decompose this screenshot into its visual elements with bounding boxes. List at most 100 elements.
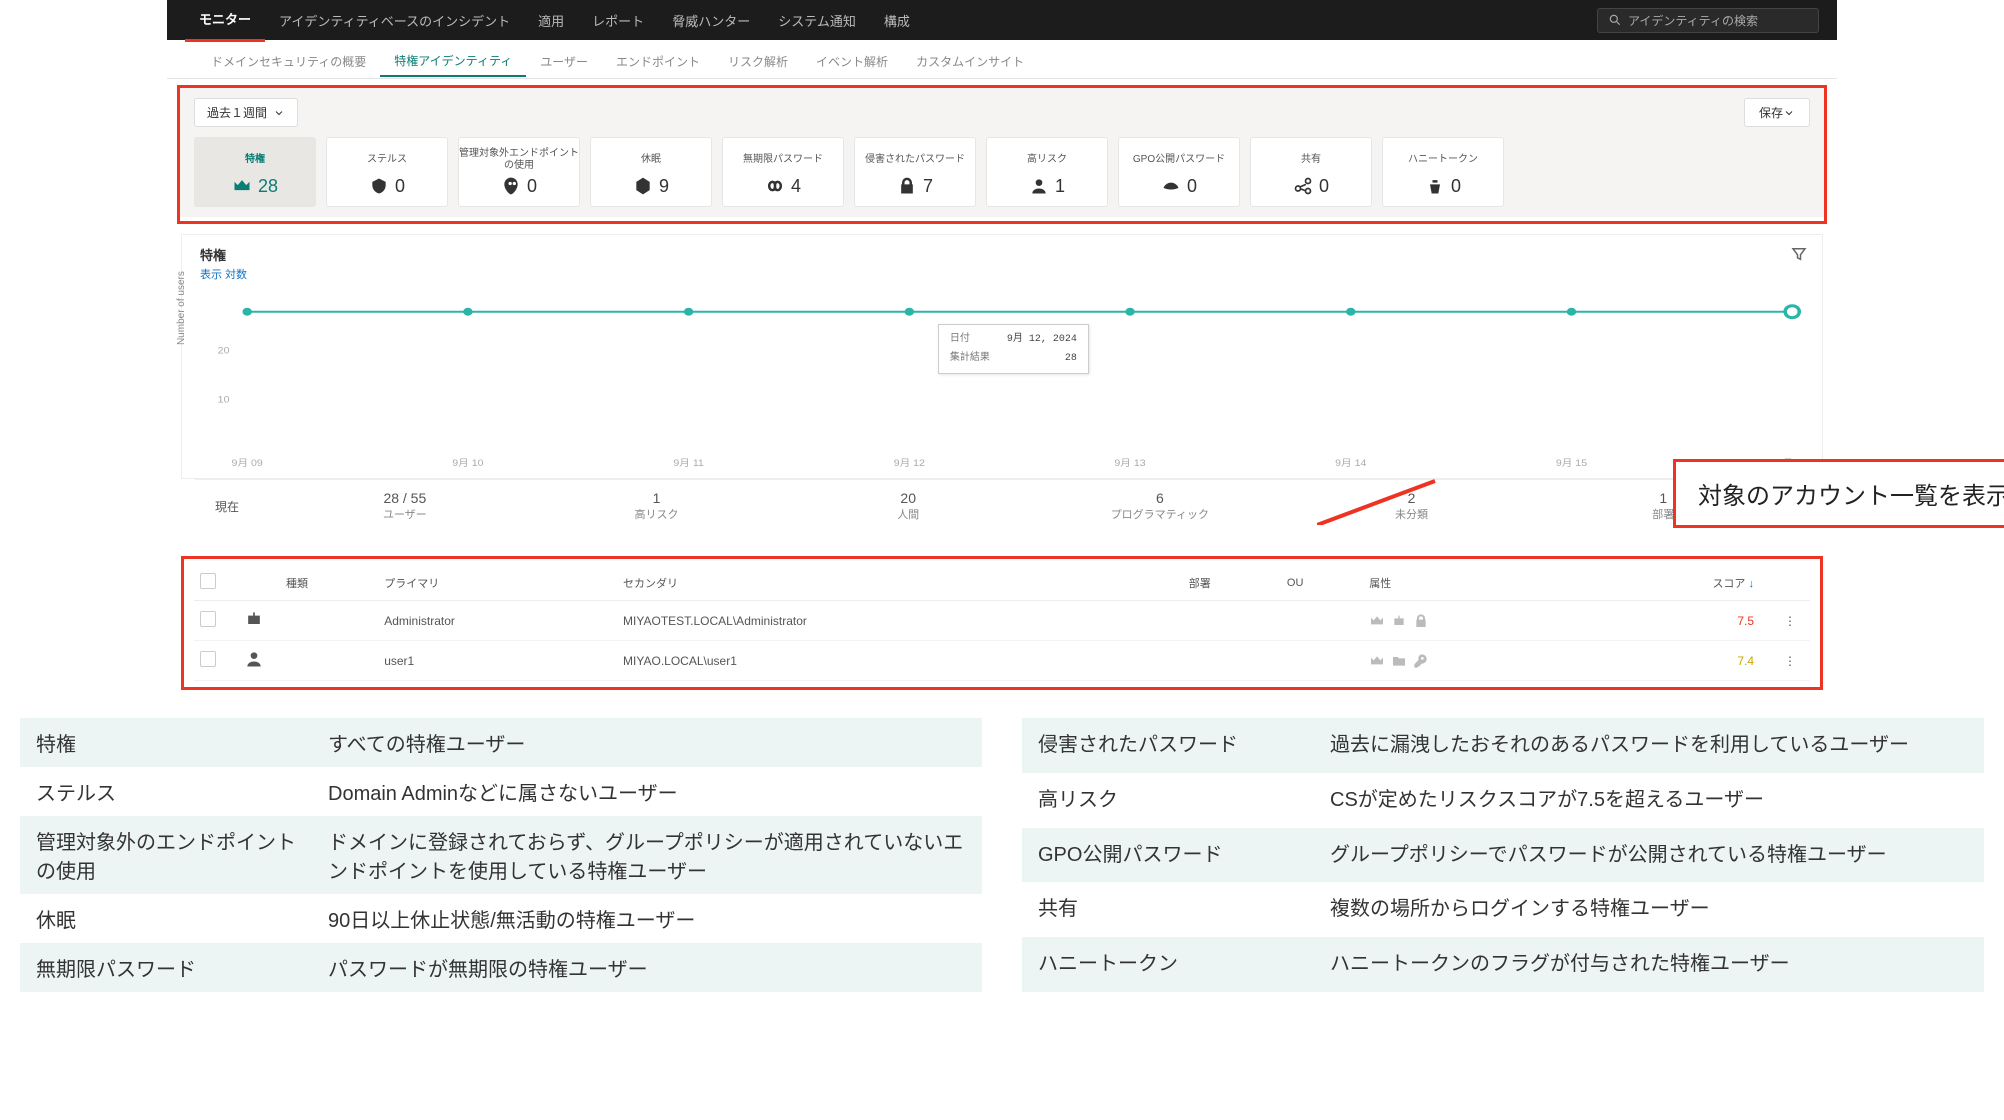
topnav-tab[interactable]: 脅威ハンター <box>658 0 764 40</box>
topnav-tab[interactable]: モニター <box>185 0 265 42</box>
secondary-cell: MIYAO.LOCAL\user1 <box>617 641 1183 681</box>
table-row[interactable]: AdministratorMIYAOTEST.LOCAL\Administrat… <box>194 601 1810 641</box>
table-header[interactable]: 部署 <box>1183 565 1281 601</box>
row-menu-button[interactable]: ⋮ <box>1778 601 1810 641</box>
legend-term: 特権 <box>20 718 312 767</box>
subnav-tab[interactable]: リスク解析 <box>714 46 802 76</box>
select-all-checkbox[interactable] <box>200 573 216 589</box>
table-header[interactable]: スコア ↓ <box>1571 565 1778 601</box>
legend-row: GPO公開パスワードグループポリシーでパスワードが公開されている特権ユーザー <box>1022 828 1984 883</box>
robot-icon <box>1391 613 1407 629</box>
tile-stealth[interactable]: ステルス0 <box>326 137 448 207</box>
sub-nav: ドメインセキュリティの概要特権アイデンティティユーザーエンドポイントリスク解析イ… <box>167 40 1837 79</box>
chart-title: 特権 <box>200 245 1804 264</box>
tile-label: ハニートークン <box>1408 148 1478 172</box>
subnav-tab[interactable]: ドメインセキュリティの概要 <box>197 46 380 76</box>
tile-label: 高リスク <box>1027 148 1067 172</box>
legend-desc: パスワードが無期限の特権ユーザー <box>312 943 982 992</box>
subnav-tab[interactable]: 特権アイデンティティ <box>380 45 526 77</box>
tile-hex[interactable]: 休眠9 <box>590 137 712 207</box>
row-checkbox[interactable] <box>200 611 216 627</box>
legend-desc: すべての特権ユーザー <box>312 718 982 767</box>
search-input[interactable]: アイデンティティの検索 <box>1597 8 1819 33</box>
tile-lock[interactable]: 侵害されたパスワード7 <box>854 137 976 207</box>
subnav-tab[interactable]: エンドポイント <box>602 46 714 76</box>
topnav-tab[interactable]: アイデンティティベースのインシデント <box>265 0 524 40</box>
svg-text:20: 20 <box>218 346 230 356</box>
table-header[interactable]: OU <box>1281 565 1363 601</box>
stats-block: 20人間 <box>782 490 1034 522</box>
legend-table-left: 特権すべての特権ユーザーステルスDomain Adminなどに属さないユーザー管… <box>20 718 982 992</box>
tile-label: 共有 <box>1301 148 1321 172</box>
svg-text:9月 10: 9月 10 <box>452 458 484 469</box>
filter-icon[interactable] <box>1790 245 1808 266</box>
legend-term: 侵害されたパスワード <box>1022 718 1314 773</box>
subnav-tab[interactable]: カスタムインサイト <box>902 46 1038 76</box>
svg-text:9月 09: 9月 09 <box>232 458 263 469</box>
legend-term: 管理対象外のエンドポイントの使用 <box>20 816 312 894</box>
score-cell: 7.5 <box>1571 601 1778 641</box>
table-row[interactable]: user1MIYAO.LOCAL\user1 7.4⋮ <box>194 641 1810 681</box>
crown-icon <box>1369 613 1385 629</box>
topnav-tab[interactable]: 適用 <box>524 0 578 40</box>
subnav-tab[interactable]: イベント解析 <box>802 46 902 76</box>
legend-desc: 複数の場所からログインする特権ユーザー <box>1314 882 1984 937</box>
svg-text:9月 13: 9月 13 <box>1114 458 1146 469</box>
topnav-tab[interactable]: システム通知 <box>764 0 870 40</box>
legend-desc: ドメインに登録されておらず、グループポリシーが適用されていないエンドポイントを使… <box>312 816 982 894</box>
legend-desc: CSが定めたリスクスコアが7.5を超えるユーザー <box>1314 773 1984 828</box>
subnav-tab[interactable]: ユーザー <box>526 46 602 76</box>
time-range-button[interactable]: 過去１週間 <box>194 98 298 127</box>
account-table-annotation-box: 種類プライマリセカンダリ部署OU属性スコア ↓ AdministratorMIY… <box>181 556 1823 690</box>
legend-row: 無期限パスワードパスワードが無期限の特権ユーザー <box>20 943 982 992</box>
tile-infinity[interactable]: 無期限パスワード4 <box>722 137 844 207</box>
alien-icon <box>501 176 521 196</box>
table-header[interactable]: プライマリ <box>378 565 617 601</box>
svg-text:9月 14: 9月 14 <box>1335 458 1367 469</box>
tile-alien[interactable]: 管理対象外エンドポイントの使用0 <box>458 137 580 207</box>
secondary-cell: MIYAOTEST.LOCAL\Administrator <box>617 601 1183 641</box>
svg-text:9月 15: 9月 15 <box>1556 458 1588 469</box>
infinity-icon <box>765 176 785 196</box>
annotation-arrow <box>1317 475 1437 525</box>
tile-row: 特権28ステルス0管理対象外エンドポイントの使用0休眠9無期限パスワード4侵害さ… <box>180 137 1824 217</box>
table-header[interactable]: 種類 <box>280 565 378 601</box>
hex-icon <box>633 176 653 196</box>
honey-icon <box>1425 176 1445 196</box>
svg-text:9月 12: 9月 12 <box>894 458 925 469</box>
stats-now-label: 現在 <box>215 498 239 515</box>
tile-value: 0 <box>527 176 537 197</box>
legend-row: ステルスDomain Adminなどに属さないユーザー <box>20 767 982 816</box>
primary-cell: user1 <box>378 641 617 681</box>
table-header[interactable]: セカンダリ <box>617 565 1183 601</box>
legend-term: ハニートークン <box>1022 937 1314 992</box>
legend-row: ハニートークンハニートークンのフラグが付与された特権ユーザー <box>1022 937 1984 992</box>
topnav-tab[interactable]: 構成 <box>870 0 924 40</box>
tile-person-risk[interactable]: 高リスク1 <box>986 137 1108 207</box>
stats-row: 現在28 / 55ユーザー1高リスク20人間6プログラマティック2未分類1部署 <box>195 479 1809 534</box>
topnav-tab[interactable]: レポート <box>578 0 658 40</box>
tile-label: GPO公開パスワード <box>1133 148 1225 172</box>
row-menu-button[interactable]: ⋮ <box>1778 641 1810 681</box>
legend-row: 侵害されたパスワード過去に漏洩したおそれのあるパスワードを利用しているユーザー <box>1022 718 1984 773</box>
lock-icon <box>1413 613 1429 629</box>
tile-honey[interactable]: ハニートークン0 <box>1382 137 1504 207</box>
tile-share[interactable]: 共有0 <box>1250 137 1372 207</box>
row-checkbox[interactable] <box>200 651 216 667</box>
tile-crown[interactable]: 特権28 <box>194 137 316 207</box>
legend-desc: ハニートークンのフラグが付与された特権ユーザー <box>1314 937 1984 992</box>
save-button[interactable]: 保存 <box>1744 98 1810 127</box>
share-icon <box>1293 176 1313 196</box>
tile-value: 7 <box>923 176 933 197</box>
legend-row: 共有複数の場所からログインする特権ユーザー <box>1022 882 1984 937</box>
view-count-link[interactable]: 表示 対数 <box>200 269 247 281</box>
score-cell: 7.4 <box>1571 641 1778 681</box>
legend-row: 高リスクCSが定めたリスクスコアが7.5を超えるユーザー <box>1022 773 1984 828</box>
table-header[interactable]: 属性 <box>1363 565 1571 601</box>
crown-icon <box>1369 653 1385 669</box>
tile-gpo[interactable]: GPO公開パスワード0 <box>1118 137 1240 207</box>
ou-cell <box>1281 601 1363 641</box>
attr-icons <box>1369 613 1565 629</box>
tile-value: 28 <box>258 176 278 197</box>
legend-term: 無期限パスワード <box>20 943 312 992</box>
